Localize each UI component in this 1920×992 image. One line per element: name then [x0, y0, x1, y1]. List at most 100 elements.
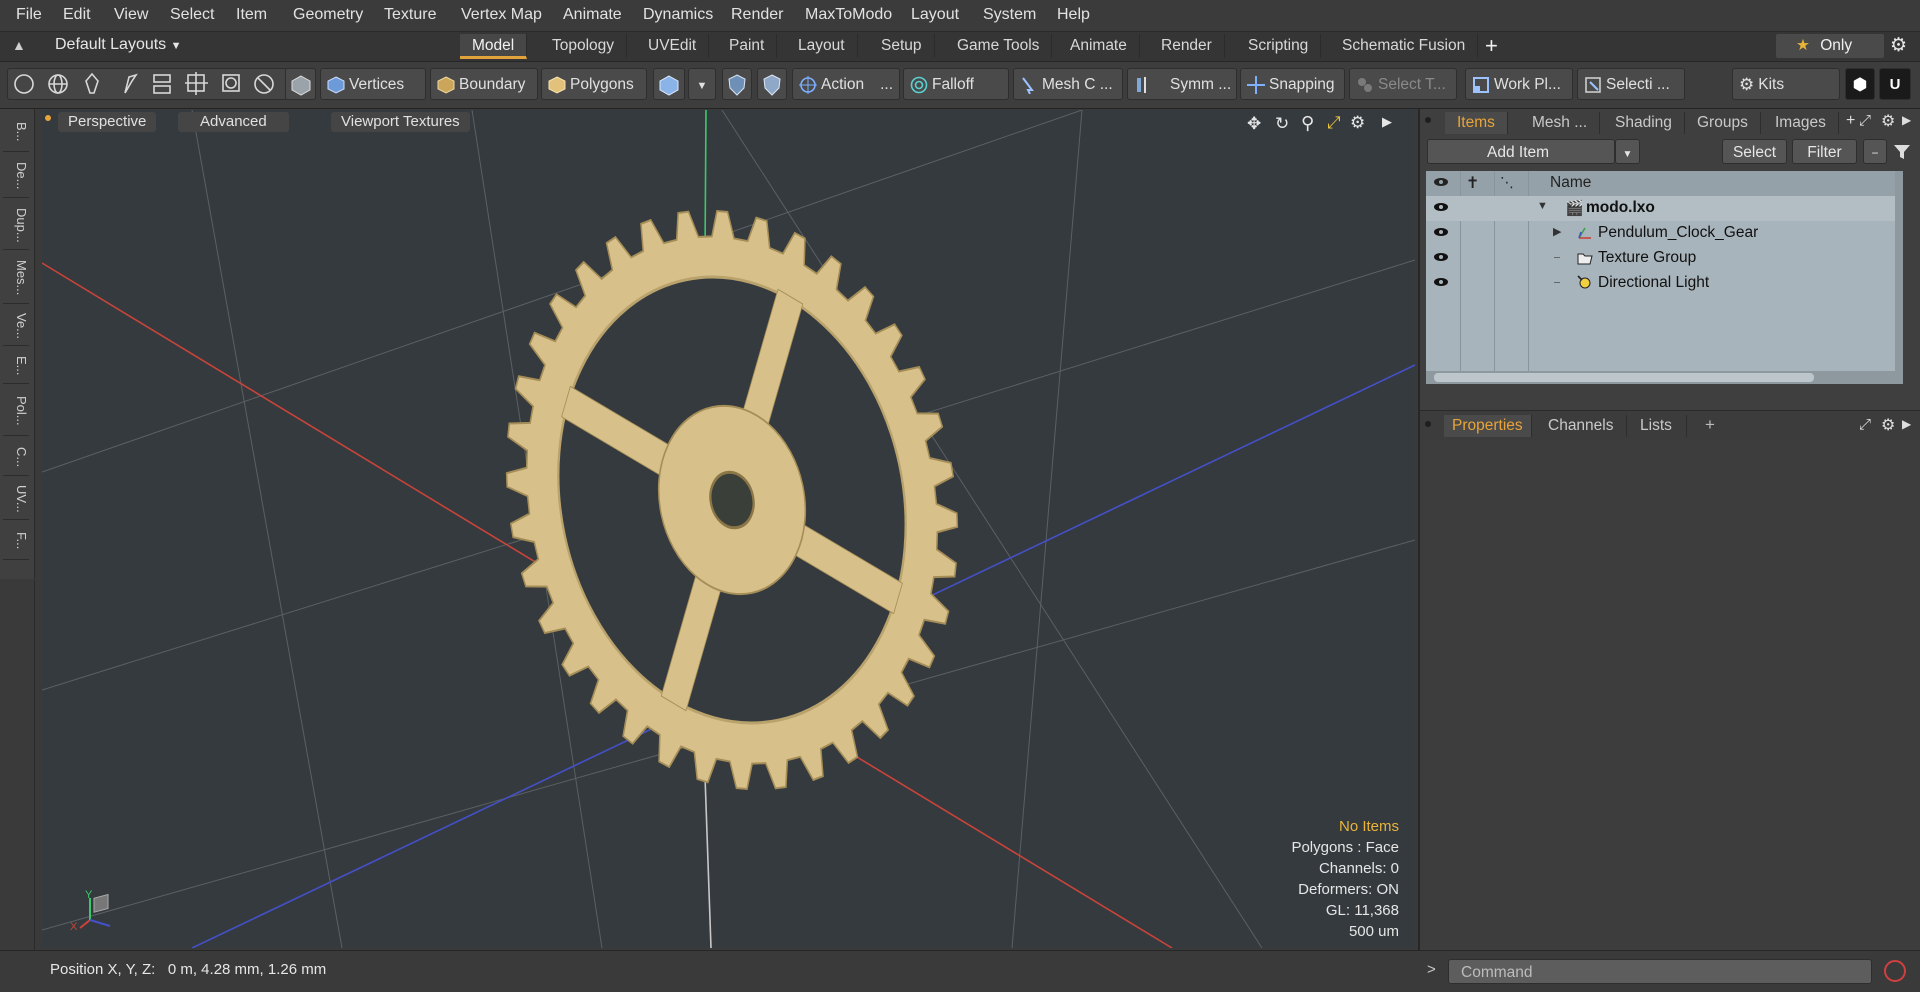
properties-dot-icon[interactable] — [1425, 421, 1431, 427]
horizontal-scroll-thumb[interactable] — [1434, 373, 1814, 382]
action-button[interactable]: Action... — [792, 68, 900, 100]
boundary-button[interactable]: Boundary — [430, 68, 538, 100]
tab-schematic-fusion[interactable]: Schematic Fusion — [1330, 34, 1479, 58]
left-tab-dup[interactable]: Dup... — [3, 201, 29, 250]
record-icon[interactable] — [1884, 960, 1906, 982]
left-tab-pol[interactable]: Pol... — [3, 387, 29, 436]
menu-help[interactable]: Help — [1057, 6, 1090, 24]
menu-geometry[interactable]: Geometry — [293, 6, 363, 24]
menu-select[interactable]: Select — [170, 6, 214, 24]
viewport-menu-arrow-icon[interactable]: ▶ — [1382, 114, 1392, 130]
viewport-gear-icon[interactable]: ⚙ — [1350, 113, 1365, 133]
eye-icon[interactable] — [1433, 252, 1449, 262]
maximize-view-icon[interactable]: ⤢ — [1327, 113, 1341, 133]
tab-game-tools[interactable]: Game Tools — [945, 34, 1053, 58]
item-row-scene[interactable]: ▼ 🎬 modo.lxo — [1426, 196, 1895, 221]
left-tab-ve[interactable]: Ve... — [3, 307, 29, 346]
snapping-button[interactable]: Snapping — [1240, 68, 1345, 100]
filter-button[interactable]: Filter — [1792, 139, 1857, 164]
lock-header-icon[interactable]: ✝ — [1466, 173, 1479, 193]
layouts-dropdown[interactable]: Default Layouts ▼ — [55, 36, 182, 54]
3d-viewport[interactable]: Y X Perspective Advanced Viewport Textur… — [42, 110, 1415, 948]
cube-app-icon[interactable]: ⬢ — [1845, 68, 1875, 100]
add-item-button[interactable]: Add Item — [1427, 139, 1615, 164]
only-toggle[interactable]: ★ Only — [1776, 34, 1884, 58]
tab-animate[interactable]: Animate — [1058, 34, 1140, 58]
tab-channels[interactable]: Channels — [1536, 415, 1627, 437]
add-item-dropdown[interactable]: ▼ — [1615, 139, 1640, 164]
pivot-select-icon[interactable] — [212, 69, 242, 99]
item-row-mesh[interactable]: ▶ Pendulum_Clock_Gear — [1426, 221, 1895, 246]
menu-layout[interactable]: Layout — [911, 6, 959, 24]
menu-render[interactable]: Render — [731, 6, 783, 24]
rotate-view-icon[interactable]: ↻ — [1275, 114, 1289, 134]
gear-icon[interactable]: ⚙ — [1890, 34, 1907, 57]
tab-render[interactable]: Render — [1149, 34, 1225, 58]
menu-texture[interactable]: Texture — [384, 6, 436, 24]
center-select-icon[interactable] — [178, 69, 208, 99]
menu-file[interactable]: File — [16, 6, 42, 24]
select-button[interactable]: Select — [1722, 139, 1787, 164]
move-view-icon[interactable]: ✥ — [1247, 114, 1261, 134]
collapse-up-icon[interactable]: ▲ — [12, 37, 26, 53]
panel-menu-arrow-icon[interactable]: ▶ — [1902, 113, 1911, 127]
menu-maxtomodo[interactable]: MaxToModo — [805, 6, 892, 24]
menu-view[interactable]: View — [114, 6, 148, 24]
tab-mesh[interactable]: Mesh ... — [1520, 112, 1601, 134]
vertical-scrollbar[interactable] — [1895, 171, 1903, 384]
left-tab-de[interactable]: De... — [3, 155, 29, 198]
lasso-icon[interactable] — [76, 69, 106, 99]
material-select-icon[interactable] — [285, 68, 316, 100]
falloff-button[interactable]: Falloff — [903, 68, 1009, 100]
item-mode-icon[interactable] — [653, 68, 685, 100]
add-panel-tab-icon[interactable]: + — [1846, 112, 1855, 130]
name-column-header[interactable]: Name — [1550, 174, 1591, 192]
work-plane-button[interactable]: Work Pl... — [1465, 68, 1573, 100]
symmetry-button[interactable]: Symm ... — [1127, 68, 1237, 100]
tab-scripting[interactable]: Scripting — [1236, 34, 1322, 58]
viewport-textures-button[interactable]: Viewport Textures — [331, 112, 470, 132]
chevron-down-icon[interactable]: ▼ — [688, 68, 716, 100]
tab-model[interactable]: Model — [460, 34, 528, 59]
perspective-button[interactable]: Perspective — [58, 112, 157, 132]
panel-gear-icon[interactable]: ⚙ — [1881, 111, 1895, 131]
item-select-icon[interactable] — [144, 69, 174, 99]
axis-header-icon[interactable]: ⋱ — [1500, 174, 1514, 191]
polygons-button[interactable]: Polygons — [541, 68, 647, 100]
shield-icon[interactable] — [722, 68, 752, 100]
paint-select-icon[interactable] — [110, 69, 140, 99]
tab-items[interactable]: Items — [1445, 112, 1508, 134]
funnel-icon[interactable] — [1890, 139, 1914, 164]
tab-images[interactable]: Images — [1763, 112, 1839, 134]
expand-arrow-icon[interactable]: ▼ — [1537, 200, 1548, 212]
expand-panel-icon[interactable]: ⤢ — [1859, 112, 1871, 129]
item-row-light[interactable]: Directional Light — [1426, 271, 1895, 296]
globe-icon[interactable] — [42, 69, 72, 99]
item-row-texture-group[interactable]: Texture Group — [1426, 246, 1895, 271]
tab-shading[interactable]: Shading — [1603, 112, 1685, 134]
collapse-icon[interactable]: − — [1863, 139, 1887, 164]
unreal-icon[interactable]: U — [1879, 68, 1911, 100]
left-tab-uv[interactable]: UV... — [3, 479, 29, 520]
kits-button[interactable]: ⚙ Kits — [1732, 68, 1840, 100]
left-tab-b[interactable]: B... — [3, 113, 29, 152]
zoom-view-icon[interactable]: ⚲ — [1301, 113, 1314, 134]
left-tab-e[interactable]: E... — [3, 349, 29, 384]
left-tab-mes[interactable]: Mes... — [3, 253, 29, 304]
properties-menu-arrow-icon[interactable]: ▶ — [1902, 417, 1911, 431]
eye-icon[interactable] — [1433, 202, 1449, 212]
select-through-button[interactable]: Select T... — [1349, 68, 1457, 100]
add-tab-icon[interactable]: + — [1485, 33, 1498, 59]
left-tab-f[interactable]: F... — [3, 523, 29, 560]
menu-dynamics[interactable]: Dynamics — [643, 6, 713, 24]
horizontal-scrollbar[interactable] — [1426, 371, 1895, 384]
vertices-button[interactable]: Vertices — [320, 68, 426, 100]
add-prop-tab-icon[interactable]: + — [1705, 415, 1715, 435]
tab-groups[interactable]: Groups — [1685, 112, 1761, 134]
advanced-button[interactable]: Advanced — [178, 112, 289, 132]
command-input[interactable]: Command — [1448, 959, 1872, 984]
edge-select-icon[interactable] — [246, 69, 276, 99]
expand-properties-icon[interactable]: ⤢ — [1859, 416, 1871, 433]
eye-icon[interactable] — [1433, 277, 1449, 287]
menu-animate[interactable]: Animate — [563, 6, 622, 24]
